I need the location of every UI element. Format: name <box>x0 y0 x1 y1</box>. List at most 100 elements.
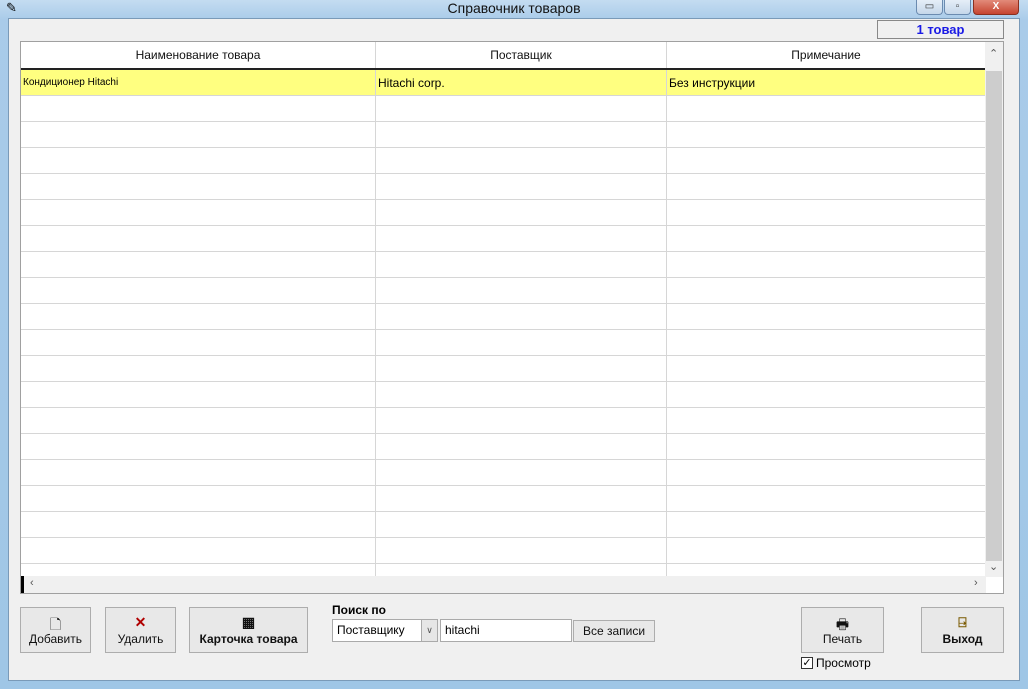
search-field-select[interactable]: Поставщику ∨ <box>332 619 438 642</box>
empty-cell[interactable] <box>21 304 376 329</box>
minimize-button[interactable]: ▭ <box>916 0 943 15</box>
empty-cell[interactable] <box>667 460 986 485</box>
empty-cell[interactable] <box>667 200 986 225</box>
empty-table-row[interactable] <box>21 460 986 486</box>
empty-cell[interactable] <box>667 252 986 277</box>
empty-cell[interactable] <box>21 486 376 511</box>
cell-supplier[interactable]: Hitachi corp. <box>376 70 667 95</box>
scroll-up-icon[interactable]: ⌃ <box>989 47 998 60</box>
empty-table-row[interactable] <box>21 200 986 226</box>
empty-cell[interactable] <box>376 434 667 459</box>
empty-cell[interactable] <box>667 226 986 251</box>
empty-table-row[interactable] <box>21 486 986 512</box>
cell-name[interactable]: Кондиционер Hitachi <box>21 70 376 95</box>
empty-table-row[interactable] <box>21 96 986 122</box>
empty-cell[interactable] <box>667 174 986 199</box>
empty-cell[interactable] <box>376 278 667 303</box>
empty-table-row[interactable] <box>21 330 986 356</box>
column-header-name[interactable]: Наименование товара <box>21 42 376 68</box>
empty-cell[interactable] <box>21 356 376 381</box>
empty-cell[interactable] <box>21 408 376 433</box>
empty-cell[interactable] <box>21 330 376 355</box>
empty-cell[interactable] <box>376 226 667 251</box>
empty-table-row[interactable] <box>21 512 986 538</box>
chevron-down-icon[interactable]: ∨ <box>421 620 437 641</box>
cell-note[interactable]: Без инструкции <box>667 70 986 95</box>
column-header-supplier[interactable]: Поставщик <box>376 42 667 68</box>
empty-table-row[interactable] <box>21 538 986 564</box>
empty-cell[interactable] <box>21 252 376 277</box>
empty-cell[interactable] <box>21 148 376 173</box>
preview-checkbox[interactable]: ✓ Просмотр <box>801 656 871 670</box>
empty-cell[interactable] <box>667 356 986 381</box>
empty-cell[interactable] <box>21 200 376 225</box>
exit-button[interactable]: ⍈ Выход <box>921 607 1004 653</box>
empty-table-row[interactable] <box>21 434 986 460</box>
empty-cell[interactable] <box>376 304 667 329</box>
empty-cell[interactable] <box>21 538 376 563</box>
product-card-button[interactable]: ▦ Карточка товара <box>189 607 308 653</box>
empty-cell[interactable] <box>376 460 667 485</box>
empty-table-row[interactable] <box>21 148 986 174</box>
empty-cell[interactable] <box>21 460 376 485</box>
empty-table-row[interactable] <box>21 408 986 434</box>
all-records-button[interactable]: Все записи <box>573 620 655 642</box>
empty-cell[interactable] <box>667 382 986 407</box>
scroll-left-icon[interactable]: ‹ <box>30 577 34 589</box>
empty-cell[interactable] <box>376 382 667 407</box>
empty-cell[interactable] <box>21 278 376 303</box>
column-header-note[interactable]: Примечание <box>667 42 986 68</box>
empty-cell[interactable] <box>667 304 986 329</box>
close-button[interactable]: X <box>973 0 1019 15</box>
empty-table-row[interactable] <box>21 278 986 304</box>
empty-table-row[interactable] <box>21 174 986 200</box>
empty-cell[interactable] <box>667 434 986 459</box>
empty-table-row[interactable] <box>21 252 986 278</box>
table-row[interactable]: Кондиционер Hitachi Hitachi corp. Без ин… <box>21 70 986 96</box>
empty-cell[interactable] <box>667 148 986 173</box>
empty-cell[interactable] <box>667 278 986 303</box>
vertical-scroll-thumb[interactable] <box>986 71 1002 561</box>
empty-cell[interactable] <box>376 486 667 511</box>
empty-table-row[interactable] <box>21 122 986 148</box>
maximize-button[interactable]: ▫ <box>944 0 971 15</box>
empty-cell[interactable] <box>667 330 986 355</box>
vertical-scrollbar[interactable]: ⌃ ⌄ <box>985 42 1003 577</box>
empty-cell[interactable] <box>667 408 986 433</box>
empty-cell[interactable] <box>21 174 376 199</box>
empty-cell[interactable] <box>376 122 667 147</box>
empty-cell[interactable] <box>21 226 376 251</box>
search-input[interactable]: hitachi <box>440 619 572 642</box>
empty-cell[interactable] <box>376 174 667 199</box>
empty-cell[interactable] <box>667 486 986 511</box>
empty-cell[interactable] <box>376 96 667 121</box>
empty-cell[interactable] <box>376 512 667 537</box>
empty-table-row[interactable] <box>21 226 986 252</box>
delete-button[interactable]: ✕ Удалить <box>105 607 176 653</box>
empty-cell[interactable] <box>667 538 986 563</box>
empty-table-row[interactable] <box>21 356 986 382</box>
scroll-down-icon[interactable]: ⌄ <box>989 560 998 573</box>
empty-cell[interactable] <box>376 538 667 563</box>
empty-cell[interactable] <box>376 408 667 433</box>
checkmark-icon[interactable]: ✓ <box>801 657 813 669</box>
empty-cell[interactable] <box>667 96 986 121</box>
empty-cell[interactable] <box>21 434 376 459</box>
empty-cell[interactable] <box>376 200 667 225</box>
empty-cell[interactable] <box>21 96 376 121</box>
empty-cell[interactable] <box>667 122 986 147</box>
horizontal-scrollbar[interactable]: ‹ › <box>21 576 986 593</box>
add-button[interactable]: 🗋 Добавить <box>20 607 91 653</box>
empty-cell[interactable] <box>376 252 667 277</box>
empty-cell[interactable] <box>21 512 376 537</box>
empty-cell[interactable] <box>376 330 667 355</box>
empty-cell[interactable] <box>376 356 667 381</box>
empty-cell[interactable] <box>667 512 986 537</box>
empty-table-row[interactable] <box>21 382 986 408</box>
empty-table-row[interactable] <box>21 304 986 330</box>
scroll-right-icon[interactable]: › <box>974 577 978 589</box>
print-button[interactable]: 🖶 Печать <box>801 607 884 653</box>
empty-cell[interactable] <box>376 148 667 173</box>
empty-cell[interactable] <box>21 122 376 147</box>
empty-cell[interactable] <box>21 382 376 407</box>
